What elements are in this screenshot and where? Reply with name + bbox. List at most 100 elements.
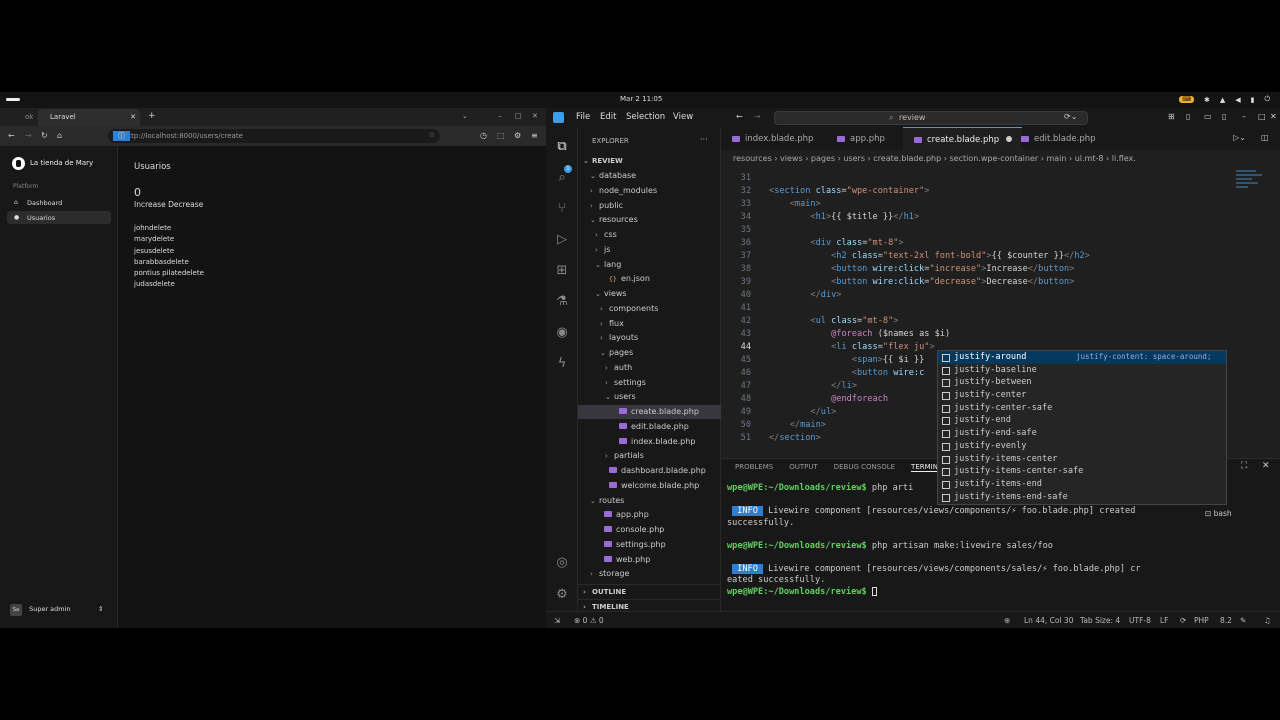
list-item[interactable]: pontius pilatedelete [134, 268, 204, 279]
minimize-icon[interactable]: – [1242, 112, 1246, 121]
tab-index-blade[interactable]: index.blade.php [721, 127, 823, 150]
close-window-icon[interactable]: ✕ [1270, 112, 1277, 121]
volume-icon[interactable]: ◀ [1235, 96, 1240, 104]
app-brand[interactable]: La tienda de Mary [30, 159, 93, 167]
suggestion-item[interactable]: justify-items-center-safe [938, 465, 1226, 478]
tab-output[interactable]: OUTPUT [789, 463, 818, 472]
browser-tab-prev[interactable]: ok [25, 113, 33, 121]
run-debug-icon[interactable]: ▷ [554, 232, 570, 248]
remote-icon[interactable]: ⇲ [554, 616, 560, 625]
testing-icon[interactable]: ⚗ [554, 294, 570, 310]
tab-create-blade[interactable]: create.blade.php [903, 127, 1023, 150]
menu-view[interactable]: View [673, 112, 693, 122]
tree-item[interactable]: ⌄ resources [578, 213, 721, 227]
system-tray[interactable]: ⌨ ✱ ▲ ◀ ▮ ⏻ [1179, 95, 1270, 104]
tree-item[interactable]: › js [578, 243, 721, 257]
tree-item[interactable]: app.php [578, 508, 721, 522]
suggestion-item[interactable]: justify-between [938, 376, 1226, 389]
sidebar-item-dashboard[interactable]: ⌂ Dashboard [7, 196, 111, 209]
list-item[interactable]: jesusdelete [134, 246, 204, 257]
tab-problems[interactable]: PROBLEMS [735, 463, 773, 472]
toggle-secondary-icon[interactable]: ▯ [1222, 112, 1226, 121]
tree-item[interactable]: › public [578, 199, 721, 213]
encoding[interactable]: UTF-8 [1129, 616, 1151, 625]
outline-section[interactable]: › OUTLINE [578, 584, 721, 598]
back-icon[interactable]: ← [8, 131, 15, 140]
command-search[interactable]: ⌕ review [774, 111, 1088, 125]
suggestion-item[interactable]: justify-items-center [938, 453, 1226, 466]
suggestion-item[interactable]: justify-items-end-safe [938, 491, 1226, 504]
home-icon[interactable]: ⌂ [57, 131, 62, 140]
list-item[interactable]: johndelete [134, 223, 204, 234]
keyboard-icon[interactable]: ⌨ [1179, 96, 1194, 103]
nav-forward-icon[interactable]: → [754, 112, 761, 121]
suggestion-item[interactable]: justify-end-safe [938, 427, 1226, 440]
toggle-sidebar-icon[interactable]: ▯ [1186, 112, 1190, 121]
breadcrumb[interactable]: resources › views › pages › users › crea… [721, 150, 1280, 168]
github-icon[interactable]: ◉ [554, 325, 570, 341]
sidebar-item-usuarios[interactable]: ● Usuarios [7, 211, 111, 224]
account-icon[interactable]: ◎ [554, 555, 570, 571]
suggestion-item[interactable]: justify-items-end [938, 478, 1226, 491]
site-info-icon[interactable]: ⓘ [113, 131, 130, 141]
system-clock[interactable]: Mar 2 11:05 [620, 95, 662, 103]
tree-item[interactable]: › components [578, 302, 721, 316]
tree-item[interactable]: create.blade.php [578, 405, 721, 419]
tree-item[interactable]: welcome.blade.php [578, 479, 721, 493]
activities-indicator[interactable] [6, 98, 20, 101]
list-item[interactable]: marydelete [134, 234, 204, 245]
tab-size[interactable]: Tab Size: 4 [1080, 616, 1120, 625]
counter-buttons[interactable]: Increase Decrease [134, 200, 204, 209]
tree-item[interactable]: ⌄ views [578, 287, 721, 301]
maximize-icon[interactable]: □ [1258, 112, 1266, 121]
language-mode[interactable]: PHP [1194, 616, 1209, 625]
minimap[interactable] [1236, 168, 1266, 208]
suggestion-item[interactable]: justify-center-safe [938, 402, 1226, 415]
nav-back-icon[interactable]: ← [736, 112, 743, 121]
browser-tab-active[interactable]: Laravel ✕ [38, 109, 140, 126]
suggestion-item[interactable]: justify-center [938, 389, 1226, 402]
suggestion-item[interactable]: justify-end [938, 414, 1226, 427]
new-tab-button[interactable]: + [148, 111, 156, 121]
reload-icon[interactable]: ↻ [41, 131, 48, 140]
manage-gear-icon[interactable]: ⚙ [554, 587, 570, 603]
tree-root[interactable]: ⌄ REVIEW [578, 154, 721, 168]
network-icon[interactable]: ▲ [1220, 96, 1225, 104]
tree-item[interactable]: › node_modules [578, 184, 721, 198]
notifications-icon[interactable]: ♫ [1264, 616, 1271, 625]
line-ending[interactable]: LF [1160, 616, 1169, 625]
copilot-icon[interactable]: ⟳⌄ [1064, 112, 1077, 121]
tab-edit-blade[interactable]: edit.blade.php [1010, 127, 1106, 150]
autocomplete-popup[interactable]: justify-around justify-content: space-aro… [937, 350, 1227, 505]
close-panel-icon[interactable]: ✕ [1262, 461, 1270, 471]
address-bar[interactable]: ⓘ http://localhost:8000/users/create ☆ [108, 129, 440, 143]
tree-item[interactable]: › auth [578, 361, 721, 375]
lightning-icon[interactable]: ϟ [554, 356, 570, 372]
tree-item[interactable]: ⌄ pages [578, 346, 721, 360]
php-version[interactable]: 8.2 [1220, 616, 1232, 625]
suggestion-item[interactable]: justify-evenly [938, 440, 1226, 453]
bluetooth-icon[interactable]: ✱ [1204, 96, 1210, 104]
menu-file[interactable]: File [576, 112, 590, 122]
tree-item[interactable]: ⌄ users [578, 390, 721, 404]
user-menu[interactable]: Sa Super admin ⇕ [10, 604, 103, 616]
menu-edit[interactable]: Edit [600, 112, 616, 122]
extensions-icon[interactable]: ⊞ [554, 263, 570, 279]
cursor-position[interactable]: Ln 44, Col 30 [1024, 616, 1073, 625]
maximize-icon[interactable]: □ [515, 112, 522, 120]
bookmark-star-icon[interactable]: ☆ [429, 131, 435, 139]
source-control-icon[interactable]: ⑂ [554, 201, 570, 217]
tree-item[interactable]: › layouts [578, 331, 721, 345]
list-item[interactable]: judasdelete [134, 279, 204, 290]
toggle-panel-icon[interactable]: ▭ [1204, 112, 1212, 121]
extensions-icon[interactable]: ⬚ [497, 131, 505, 140]
minimize-icon[interactable]: – [498, 112, 502, 120]
suggestion-item[interactable]: justify-baseline [938, 364, 1226, 377]
tree-item[interactable]: › css [578, 228, 721, 242]
tab-debug-console[interactable]: DEBUG CONSOLE [834, 463, 895, 472]
tree-item[interactable]: index.blade.php [578, 435, 721, 449]
zoom-icon[interactable]: ⊕ [1004, 616, 1010, 625]
power-icon[interactable]: ⏻ [1264, 95, 1270, 104]
close-window-icon[interactable]: ✕ [532, 112, 538, 120]
tree-item[interactable]: console.php [578, 523, 721, 537]
